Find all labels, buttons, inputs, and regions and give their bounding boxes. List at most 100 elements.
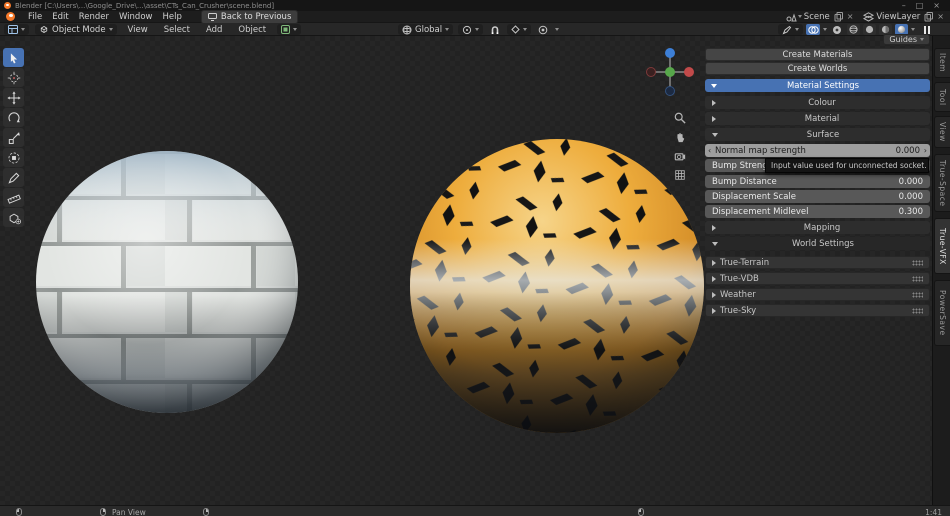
camera-view-button[interactable] xyxy=(672,148,687,163)
tool-transform[interactable] xyxy=(3,148,24,167)
panel-true-vdb[interactable]: True-VDB xyxy=(705,272,930,285)
blender-menu-icon[interactable] xyxy=(6,12,15,21)
normal-map-strength-slider[interactable]: ‹ Normal map strength 0.000 › xyxy=(705,144,930,157)
mode-dropdown[interactable]: Object Mode xyxy=(35,24,117,35)
rendered-sphere-icon xyxy=(897,25,906,34)
displacement-midlevel-slider[interactable]: Displacement Midlevel 0.300 xyxy=(705,205,930,218)
tab-item[interactable]: Item xyxy=(934,48,950,78)
bump-distance-slider[interactable]: Bump Distance 0.000 xyxy=(705,175,930,188)
snap-toggle[interactable] xyxy=(488,24,502,35)
tool-measure[interactable] xyxy=(3,188,24,207)
chevron-down-icon xyxy=(475,28,479,31)
panel-true-terrain[interactable]: True-Terrain xyxy=(705,256,930,269)
mouse-middle-icon xyxy=(100,508,106,516)
tool-3d-cursor[interactable] xyxy=(3,68,24,87)
3d-cursor-icon xyxy=(7,71,21,85)
maximize-button[interactable]: □ xyxy=(916,2,924,10)
orthographic-toggle-button[interactable] xyxy=(672,167,687,182)
snap-target-icon xyxy=(511,25,520,34)
slider-decrease-icon[interactable]: ‹ xyxy=(708,147,711,155)
caret-right-icon xyxy=(712,116,716,122)
toolbar xyxy=(3,48,24,227)
tool-add-primitive[interactable] xyxy=(3,208,24,227)
shading-solid-button[interactable] xyxy=(863,24,876,35)
drag-grip-icon[interactable] xyxy=(912,308,923,314)
xray-toggle[interactable] xyxy=(830,24,844,35)
menu-window[interactable]: Window xyxy=(114,12,158,22)
chevron-down-icon xyxy=(109,28,113,31)
remove-viewlayer-icon[interactable]: × xyxy=(937,13,944,21)
pan-button[interactable] xyxy=(672,129,687,144)
tool-scale[interactable] xyxy=(3,128,24,147)
material-settings-header[interactable]: Material Settings xyxy=(705,79,930,92)
gizmos-dropdown[interactable] xyxy=(778,24,803,35)
menu-help[interactable]: Help xyxy=(157,12,186,22)
menu-object[interactable]: Object xyxy=(233,25,271,35)
caret-right-icon xyxy=(712,292,716,298)
gizmo-x-negative[interactable] xyxy=(646,67,656,77)
tool-move[interactable] xyxy=(3,88,24,107)
shading-wireframe-button[interactable] xyxy=(847,24,860,35)
menu-render[interactable]: Render xyxy=(74,12,114,22)
gizmo-x-positive[interactable] xyxy=(684,67,694,77)
menu-edit[interactable]: Edit xyxy=(47,12,73,22)
pause-button[interactable] xyxy=(924,26,930,34)
displacement-scale-slider[interactable]: Displacement Scale 0.000 xyxy=(705,190,930,203)
panel-true-sky[interactable]: True-Sky xyxy=(705,304,930,317)
menu-add[interactable]: Add xyxy=(201,25,227,35)
tab-powersave[interactable]: PowerSave xyxy=(934,280,950,346)
caret-right-icon xyxy=(712,308,716,314)
scene-selector[interactable]: Scene xyxy=(786,12,830,22)
minimize-button[interactable]: – xyxy=(902,2,906,10)
menu-select[interactable]: Select xyxy=(159,25,195,35)
collection-icon xyxy=(281,25,290,34)
caret-down-icon xyxy=(711,84,717,88)
menu-view[interactable]: View xyxy=(123,25,153,35)
tool-select-box[interactable] xyxy=(3,48,24,67)
section-mapping[interactable]: Mapping xyxy=(705,221,930,234)
tool-rotate[interactable] xyxy=(3,108,24,127)
viewlayer-selector[interactable]: ViewLayer xyxy=(863,12,920,22)
slider-increase-icon[interactable]: › xyxy=(924,147,927,155)
tab-true-space[interactable]: True-Space xyxy=(934,154,950,212)
new-scene-icon[interactable] xyxy=(834,12,843,22)
panel-weather[interactable]: Weather xyxy=(705,288,930,301)
tab-true-vfx[interactable]: True-VFX xyxy=(934,218,950,274)
close-button[interactable]: × xyxy=(933,2,940,10)
chevron-down-icon[interactable] xyxy=(911,28,915,31)
navigation-gizmo[interactable] xyxy=(646,48,694,96)
tooltip: Input value used for unconnected socket. xyxy=(765,158,929,173)
back-to-previous-button[interactable]: Back to Previous xyxy=(201,10,299,24)
gizmo-z-positive[interactable] xyxy=(665,48,675,58)
zoom-button[interactable] xyxy=(672,110,687,125)
section-colour[interactable]: Colour xyxy=(705,96,930,109)
gizmo-z-negative[interactable] xyxy=(665,86,675,96)
tab-view[interactable]: View xyxy=(934,116,950,148)
collection-dropdown[interactable] xyxy=(277,24,301,35)
guides-dropdown[interactable]: Guides xyxy=(883,34,930,45)
transform-orientation-dropdown[interactable]: Global xyxy=(398,24,453,35)
gizmo-y-positive[interactable] xyxy=(665,67,675,77)
world-settings-header[interactable]: World Settings xyxy=(705,237,930,250)
chevron-down-icon[interactable] xyxy=(823,28,827,31)
editor-type-dropdown[interactable] xyxy=(4,24,29,35)
proportional-editing-toggle[interactable] xyxy=(536,24,550,35)
viewport-nav-column xyxy=(672,110,687,182)
tab-tool[interactable]: Tool xyxy=(934,82,950,112)
create-materials-button[interactable]: Create Materials xyxy=(705,48,930,61)
unlink-scene-icon[interactable]: × xyxy=(847,13,854,21)
drag-grip-icon[interactable] xyxy=(912,276,923,282)
chevron-down-icon xyxy=(795,28,799,31)
create-worlds-button[interactable]: Create Worlds xyxy=(705,62,930,75)
snap-settings-dropdown[interactable] xyxy=(507,24,531,35)
drag-grip-icon[interactable] xyxy=(912,260,923,266)
section-surface[interactable]: Surface xyxy=(705,128,930,141)
new-viewlayer-icon[interactable] xyxy=(924,12,933,22)
pivot-point-dropdown[interactable] xyxy=(458,24,483,35)
overlays-toggle[interactable] xyxy=(806,24,820,35)
section-material[interactable]: Material xyxy=(705,112,930,125)
drag-grip-icon[interactable] xyxy=(912,292,923,298)
tool-annotate[interactable] xyxy=(3,168,24,187)
menu-file[interactable]: File xyxy=(23,12,47,22)
chevron-down-icon[interactable] xyxy=(555,28,559,31)
